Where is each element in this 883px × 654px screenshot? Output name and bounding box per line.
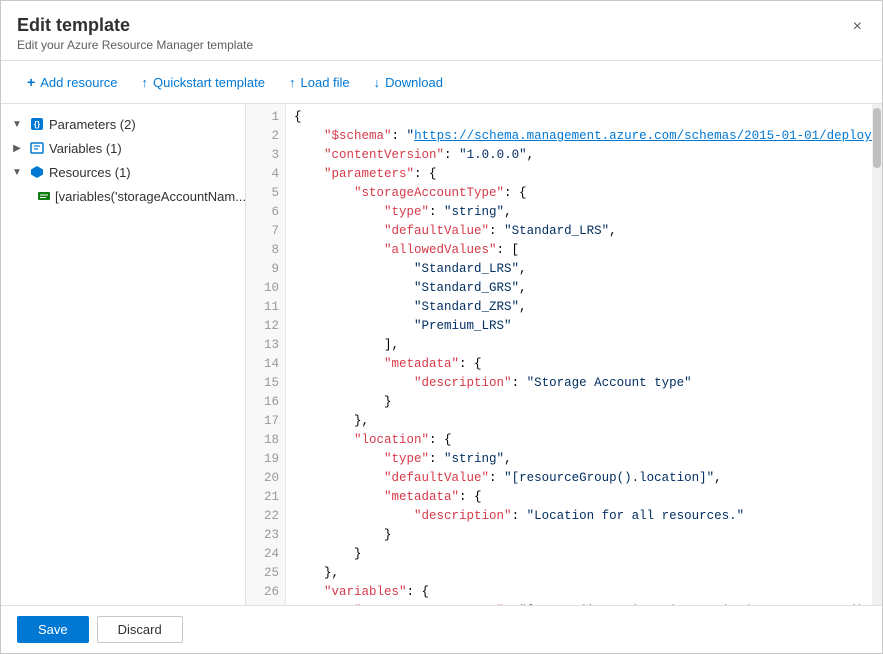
resources-label: Resources (1): [49, 165, 131, 180]
quickstart-template-button[interactable]: Quickstart template: [132, 69, 276, 95]
tree-item-parameters[interactable]: ▼ {} Parameters (2): [1, 112, 245, 136]
plus-icon: +: [27, 74, 35, 90]
download-icon: [374, 74, 381, 90]
svg-text:{}: {}: [34, 120, 40, 129]
toolbar: + Add resource Quickstart template Load …: [1, 61, 882, 104]
tree-item-resources[interactable]: ▼ Resources (1): [1, 160, 245, 184]
variables-label: Variables (1): [49, 141, 122, 156]
tree-item-storage[interactable]: [variables('storageAccountNam...: [1, 184, 245, 208]
params-icon: {}: [29, 116, 45, 132]
quickstart-icon: [142, 74, 149, 90]
dialog-title: Edit template: [17, 15, 253, 36]
add-resource-button[interactable]: + Add resource: [17, 69, 128, 95]
resources-icon: [29, 164, 45, 180]
edit-template-dialog: Edit template Edit your Azure Resource M…: [0, 0, 883, 654]
chevron-icon: ▼: [9, 119, 25, 130]
right-panel: 1234567891011121314151617181920212223242…: [246, 104, 882, 605]
storage-resource-icon: [37, 188, 51, 204]
discard-button[interactable]: Discard: [97, 616, 183, 643]
main-content: ▼ {} Parameters (2) ▶ Variables (1) ▼: [1, 104, 882, 605]
code-editor[interactable]: 1234567891011121314151617181920212223242…: [246, 104, 882, 605]
chevron-icon: ▼: [9, 167, 25, 178]
dialog-header: Edit template Edit your Azure Resource M…: [1, 1, 882, 61]
load-file-icon: [289, 74, 296, 90]
chevron-icon: ▶: [9, 143, 25, 154]
footer: Save Discard: [1, 605, 882, 653]
scrollbar-track[interactable]: [872, 104, 882, 605]
scrollbar-thumb[interactable]: [873, 108, 881, 168]
storage-resource-label: [variables('storageAccountNam...: [55, 189, 246, 204]
left-panel: ▼ {} Parameters (2) ▶ Variables (1) ▼: [1, 104, 246, 605]
vars-icon: [29, 140, 45, 156]
code-content[interactable]: { "$schema": "https://schema.management.…: [286, 104, 872, 605]
line-numbers: 1234567891011121314151617181920212223242…: [246, 104, 286, 605]
add-resource-label: Add resource: [40, 75, 117, 90]
close-button[interactable]: ×: [849, 15, 866, 39]
load-file-button[interactable]: Load file: [279, 69, 360, 95]
tree-item-variables[interactable]: ▶ Variables (1): [1, 136, 245, 160]
quickstart-label: Quickstart template: [153, 75, 265, 90]
parameters-label: Parameters (2): [49, 117, 136, 132]
save-button[interactable]: Save: [17, 616, 89, 643]
dialog-subtitle: Edit your Azure Resource Manager templat…: [17, 38, 253, 52]
download-button[interactable]: Download: [364, 69, 453, 95]
load-file-label: Load file: [301, 75, 350, 90]
download-label: Download: [385, 75, 443, 90]
